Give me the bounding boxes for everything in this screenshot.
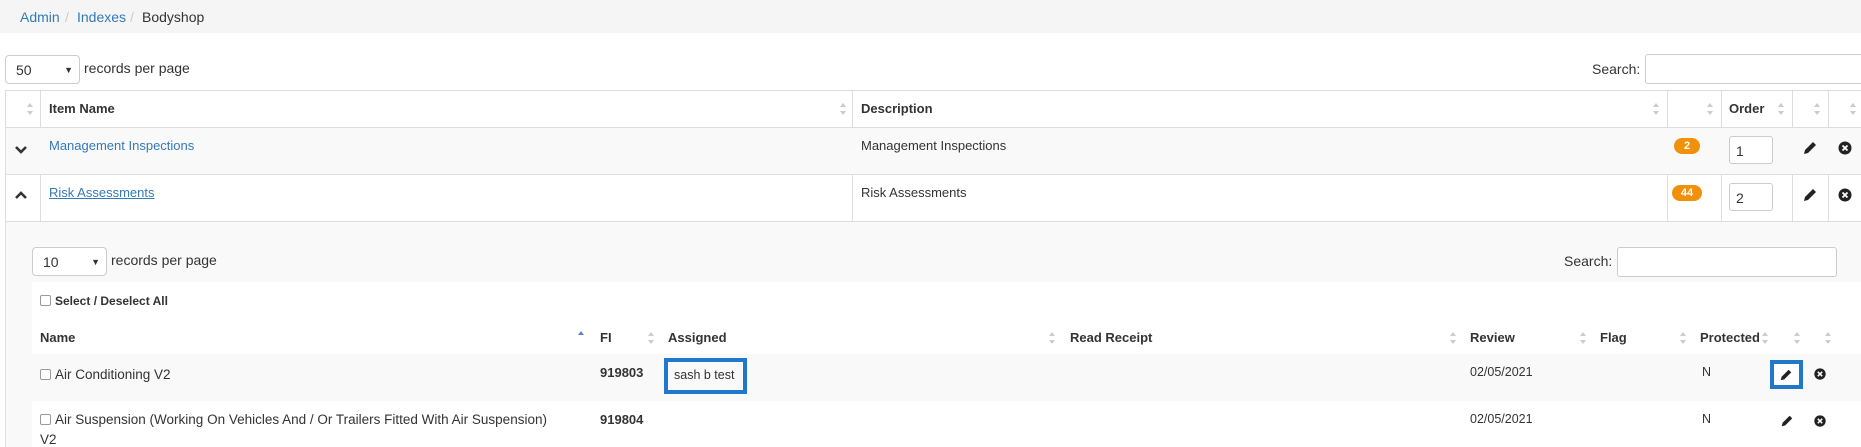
row-item-link[interactable]: Management Inspections <box>49 138 194 153</box>
count-badge: 2 <box>1674 138 1700 154</box>
remove-circle-icon[interactable] <box>1837 140 1853 156</box>
sort-icon[interactable] <box>1849 102 1857 116</box>
row-review-date: 02/05/2021 <box>1470 412 1533 426</box>
column-header-name[interactable]: Name <box>40 330 75 345</box>
column-header-assigned[interactable]: Assigned <box>668 330 727 345</box>
sort-icon[interactable] <box>1813 102 1821 116</box>
remove-circle-icon[interactable] <box>1813 414 1827 428</box>
column-header-order[interactable]: Order <box>1729 101 1764 116</box>
column-header-review[interactable]: Review <box>1470 330 1515 345</box>
pencil-icon[interactable] <box>1802 140 1818 156</box>
sort-asc-icon[interactable] <box>577 330 585 344</box>
breadcrumb-current: Bodyshop <box>142 9 205 25</box>
order-input[interactable]: 1 <box>1729 136 1773 164</box>
remove-circle-icon[interactable] <box>1837 187 1853 203</box>
breadcrumb-indexes-link[interactable]: Indexes <box>77 9 126 25</box>
inner-search-input[interactable] <box>1617 247 1837 277</box>
column-header-read-receipt[interactable]: Read Receipt <box>1070 330 1152 345</box>
inner-per-page-label: records per page <box>111 252 217 268</box>
column-header-protected[interactable]: Protected <box>1700 330 1760 345</box>
inner-table-row <box>32 354 1861 401</box>
chevron-up-icon[interactable] <box>13 187 29 203</box>
column-header-description[interactable]: Description <box>861 101 933 116</box>
sort-icon[interactable] <box>1824 331 1832 345</box>
row-fi: 919803 <box>600 365 644 380</box>
outer-row-border <box>5 174 1861 175</box>
chevron-down-icon: ▼ <box>64 65 73 75</box>
count-badge: 44 <box>1672 185 1702 201</box>
chevron-down-icon: ▼ <box>91 257 100 267</box>
row-protected: N <box>1702 412 1712 426</box>
sort-icon[interactable] <box>1706 102 1714 116</box>
outer-per-page-label: records per page <box>84 60 190 76</box>
outer-search-label: Search: <box>1592 61 1641 77</box>
row-protected: N <box>1702 365 1712 379</box>
row-checkbox[interactable] <box>40 369 51 380</box>
select-all-label[interactable]: Select / Deselect All <box>55 294 168 308</box>
row-description: Management Inspections <box>861 138 1007 153</box>
outer-per-page-select[interactable]: 50 ▼ <box>5 55 80 84</box>
row-name: Air Suspension (Working On Vehicles And … <box>55 412 547 427</box>
breadcrumb-admin-link[interactable]: Admin <box>20 9 60 25</box>
column-header-item-name[interactable]: Item Name <box>49 101 115 116</box>
row-review-date: 02/05/2021 <box>1470 365 1533 379</box>
pencil-icon <box>1780 369 1792 381</box>
breadcrumb-separator: / <box>65 9 69 25</box>
edit-button[interactable] <box>1770 360 1803 389</box>
column-header-fi[interactable]: FI <box>600 330 612 345</box>
row-checkbox[interactable] <box>40 414 51 425</box>
sort-icon[interactable] <box>1761 331 1769 345</box>
sort-icon[interactable] <box>1579 331 1587 345</box>
remove-circle-icon[interactable] <box>1813 367 1827 381</box>
inner-per-page-select[interactable]: 10 ▼ <box>32 247 107 276</box>
assigned-cell-highlight[interactable]: sash b test <box>664 358 747 394</box>
sort-icon[interactable] <box>1048 331 1056 345</box>
inner-per-page-value: 10 <box>43 254 59 270</box>
chevron-down-icon[interactable] <box>13 141 29 157</box>
outer-per-page-value: 50 <box>16 62 32 78</box>
breadcrumb: Admin / Indexes / Bodyshop <box>0 0 1861 33</box>
row-fi: 919804 <box>600 412 644 427</box>
pencil-icon[interactable] <box>1802 187 1818 203</box>
outer-search-input[interactable] <box>1645 54 1861 84</box>
breadcrumb-separator: / <box>130 9 134 25</box>
sort-icon[interactable] <box>839 102 847 116</box>
sort-icon[interactable] <box>1652 102 1660 116</box>
outer-table-top-border <box>5 90 1861 91</box>
sort-icon[interactable] <box>1449 331 1457 345</box>
sort-icon[interactable] <box>1679 331 1687 345</box>
sort-icon[interactable] <box>647 331 655 345</box>
row-item-link[interactable]: Risk Assessments <box>49 185 154 200</box>
row-description: Risk Assessments <box>861 185 967 200</box>
sort-icon[interactable] <box>1793 331 1801 345</box>
sort-icon[interactable] <box>26 102 34 116</box>
order-input[interactable]: 2 <box>1729 183 1773 211</box>
pencil-icon[interactable] <box>1780 414 1794 428</box>
inner-search-label: Search: <box>1564 253 1613 269</box>
row-assigned: sash b test <box>674 368 735 382</box>
row-name: Air Conditioning V2 <box>55 367 171 382</box>
select-all-checkbox[interactable] <box>40 295 51 306</box>
column-header-flag[interactable]: Flag <box>1600 330 1627 345</box>
row-name-continued: V2 <box>40 432 57 447</box>
sort-icon[interactable] <box>1777 102 1785 116</box>
